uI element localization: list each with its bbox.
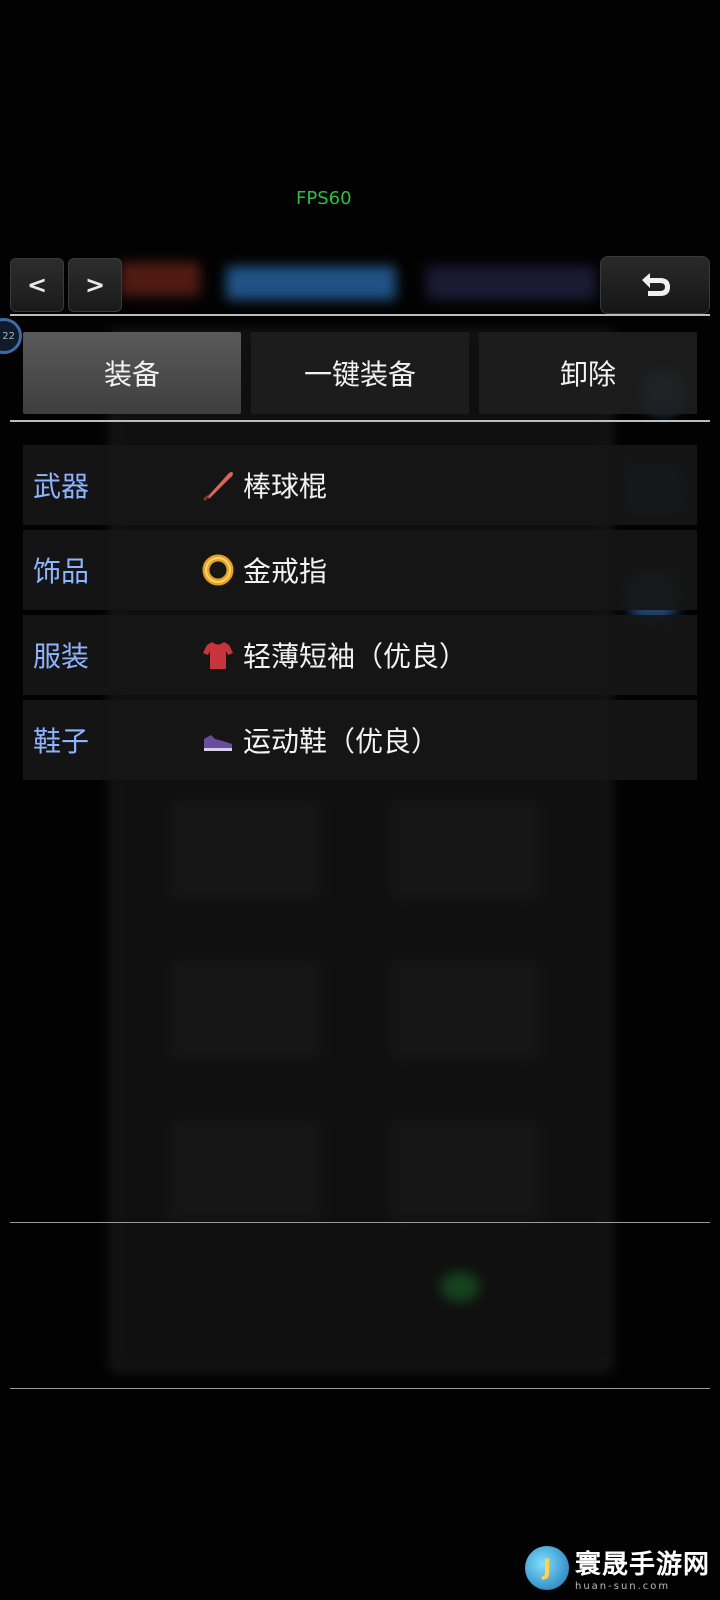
slot-label: 武器 bbox=[33, 470, 90, 503]
watermark-text: 寰晟手游网 huan-sun.com bbox=[575, 1544, 710, 1592]
blurred-background bbox=[0, 0, 720, 1600]
equipped-item: 金戒指 bbox=[201, 550, 327, 590]
tab-auto-equip[interactable]: 一键装备 bbox=[251, 332, 469, 414]
sneaker-icon bbox=[201, 723, 235, 757]
return-arrow-icon bbox=[642, 273, 670, 296]
tabs-divider bbox=[10, 420, 710, 422]
watermark: J 寰晟手游网 huan-sun.com bbox=[524, 1544, 710, 1592]
equipped-item: 轻薄短袖（优良） bbox=[201, 635, 467, 675]
item-name: 运动鞋（优良） bbox=[243, 725, 440, 758]
item-name: 金戒指 bbox=[243, 555, 328, 588]
equipped-item: 运动鞋（优良） bbox=[201, 720, 439, 760]
top-divider bbox=[10, 314, 710, 316]
middle-divider bbox=[10, 1222, 710, 1223]
slot-label: 鞋子 bbox=[33, 725, 90, 758]
bg-card bbox=[390, 1120, 540, 1220]
prev-button[interactable]: < bbox=[10, 258, 64, 312]
equipment-row-accessory[interactable]: 饰品 金戒指 bbox=[23, 530, 697, 610]
equipment-row-weapon[interactable]: 武器 棒球棍 bbox=[23, 445, 697, 525]
equipped-item: 棒球棍 bbox=[201, 465, 327, 505]
tab-unequip[interactable]: 卸除 bbox=[479, 332, 697, 414]
gold-ring-icon bbox=[201, 553, 235, 587]
action-tabs: 装备 一键装备 卸除 bbox=[23, 332, 697, 414]
back-button[interactable] bbox=[600, 256, 710, 314]
bg-card bbox=[390, 800, 540, 900]
fps-counter: FPS60 bbox=[296, 188, 352, 209]
bg-card bbox=[390, 960, 540, 1060]
slot-label: 饰品 bbox=[33, 555, 90, 588]
equipment-row-shoes[interactable]: 鞋子 运动鞋（优良） bbox=[23, 700, 697, 780]
bg-dot bbox=[440, 1272, 480, 1302]
shirt-icon bbox=[201, 638, 235, 672]
item-name: 棒球棍 bbox=[243, 470, 328, 503]
tab-equip[interactable]: 装备 bbox=[23, 332, 241, 414]
watermark-subtitle: huan-sun.com bbox=[574, 1581, 671, 1592]
baseball-bat-icon bbox=[201, 468, 235, 502]
top-bar: < > bbox=[10, 256, 710, 314]
equipment-list: 武器 棒球棍 饰品 金戒指 服装 轻薄短袖（优良） 鞋子 运动鞋（优良） bbox=[23, 445, 697, 785]
bg-card bbox=[170, 1120, 320, 1220]
bottom-divider bbox=[10, 1388, 710, 1389]
bg-card bbox=[170, 960, 320, 1060]
next-button[interactable]: > bbox=[68, 258, 122, 312]
item-name: 轻薄短袖（优良） bbox=[243, 640, 468, 673]
equipment-row-clothing[interactable]: 服装 轻薄短袖（优良） bbox=[23, 615, 697, 695]
watermark-logo-icon: J bbox=[524, 1546, 569, 1590]
slot-label: 服装 bbox=[33, 640, 90, 673]
bg-card bbox=[170, 800, 320, 900]
watermark-title: 寰晟手游网 bbox=[574, 1550, 710, 1580]
